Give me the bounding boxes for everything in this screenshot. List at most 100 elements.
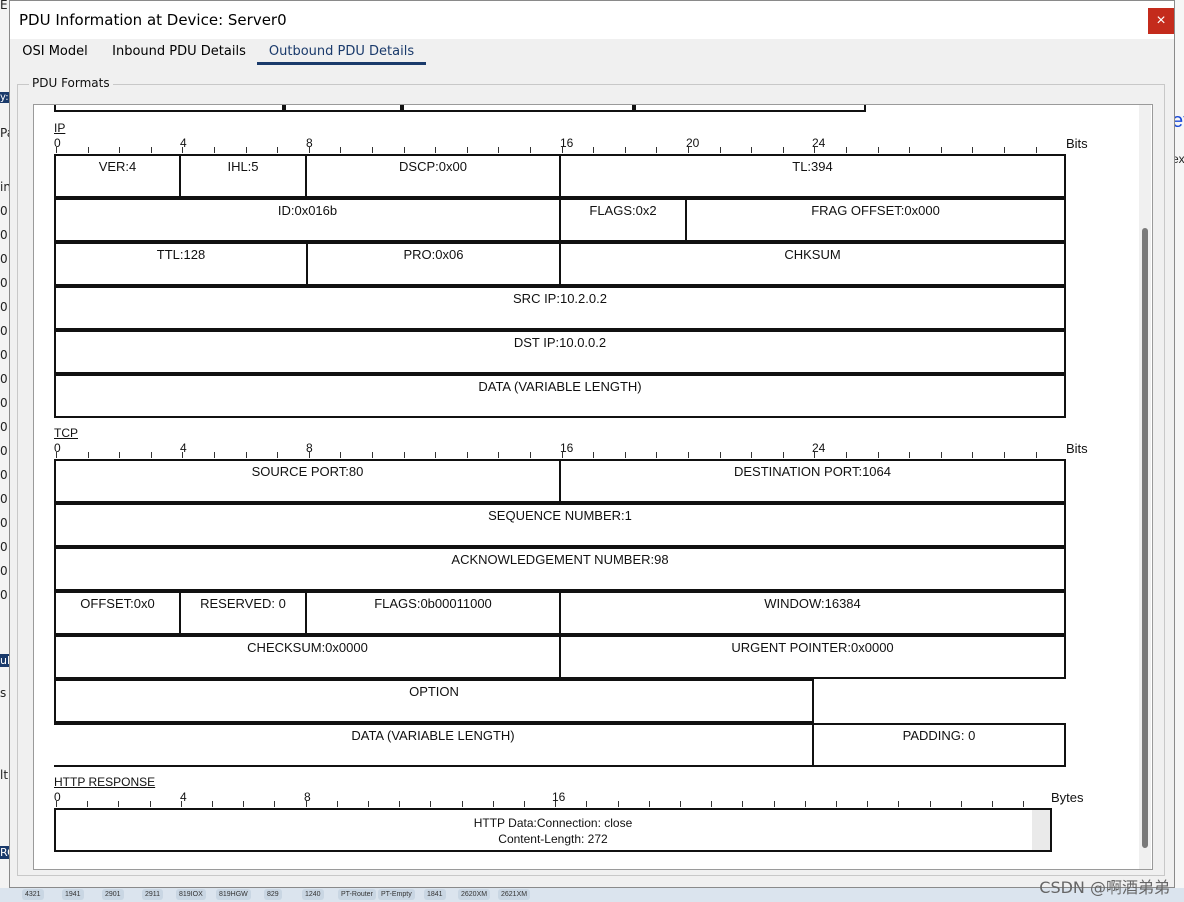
http-data-line: Content-Length: 272 xyxy=(498,832,608,846)
ruler-number: 16 xyxy=(552,790,566,804)
ip-field-id: ID:0x016b xyxy=(54,198,561,242)
ruler-number: 4 xyxy=(180,441,187,455)
device-item[interactable]: 819IOX xyxy=(176,889,206,900)
ruler-tick xyxy=(403,147,405,153)
tcp-field-option: OPTION xyxy=(54,679,814,723)
http-data-box[interactable]: HTTP Data:Connection: close Content-Leng… xyxy=(54,808,1052,852)
ruler-tick xyxy=(277,147,279,153)
bg-text: E xyxy=(0,0,8,12)
ruler-tick xyxy=(87,801,89,807)
tcp-field-flags: FLAGS:0b00011000 xyxy=(305,591,561,635)
bg-text: lt xyxy=(0,768,9,782)
ruler-tick xyxy=(804,801,806,807)
ruler-tick xyxy=(742,801,744,807)
ruler-number: 0 xyxy=(54,441,61,455)
panel-vertical-scrollbar[interactable] xyxy=(1139,105,1151,869)
watermark: CSDN @啊酒弟弟 xyxy=(1039,878,1170,897)
ruler-tick xyxy=(87,147,89,153)
ruler-tick xyxy=(430,801,432,807)
ruler-tick xyxy=(372,452,373,458)
ruler-tick xyxy=(336,801,338,807)
ruler-tick xyxy=(751,147,753,153)
ruler-tick xyxy=(617,801,619,807)
ruler-tick xyxy=(245,452,247,458)
ruler-unit: Bytes xyxy=(1051,790,1084,805)
ruler-tick xyxy=(87,452,89,458)
ruler-tick xyxy=(773,801,775,807)
ruler-tick xyxy=(909,452,911,458)
ruler-number: 8 xyxy=(306,136,313,150)
ruler-tick xyxy=(992,801,993,807)
ruler-tick xyxy=(751,452,753,458)
ip-field-checksum: CHKSUM xyxy=(559,242,1066,286)
background-device-bar: 4321 1941 2901 2911 819IOX 819HGW 829 12… xyxy=(0,888,1184,902)
ruler-tick xyxy=(119,452,121,458)
ruler-tick xyxy=(243,801,245,807)
device-item[interactable]: 2620XM xyxy=(458,889,491,900)
ruler-tick xyxy=(898,801,900,807)
ruler-tick xyxy=(719,452,721,458)
ip-field-dst-ip: DST IP:10.0.0.2 xyxy=(54,330,1066,374)
ip-field-data: DATA (VARIABLE LENGTH) xyxy=(54,374,1066,418)
device-item[interactable]: 2621XM xyxy=(498,889,531,900)
ruler-tick xyxy=(940,452,942,458)
tcp-field-ack-number: ACKNOWLEDGEMENT NUMBER:98 xyxy=(54,547,1066,591)
title-bar[interactable]: PDU Information at Device: Server0 × xyxy=(10,1,1174,39)
tcp-field-padding: PADDING: 0 xyxy=(812,723,1066,767)
ip-field-frag-offset: FRAG OFFSET:0x000 xyxy=(685,198,1066,242)
ruler-tick xyxy=(399,801,401,807)
window-title: PDU Information at Device: Server0 xyxy=(19,11,287,29)
ruler-number: 16 xyxy=(560,441,574,455)
ruler-tick xyxy=(972,147,974,153)
device-item[interactable]: PT-Empty xyxy=(378,889,415,900)
ip-field-tl: TL:394 xyxy=(559,154,1066,198)
device-item[interactable]: 1240 xyxy=(302,889,324,900)
tab-osi-model[interactable]: OSI Model xyxy=(13,39,97,65)
tab-label: Inbound PDU Details xyxy=(112,44,246,59)
ruler-tick xyxy=(340,147,342,153)
ruler-tick xyxy=(1004,147,1005,153)
ruler-tick xyxy=(150,452,152,458)
close-button[interactable]: × xyxy=(1148,8,1174,34)
ruler-tick xyxy=(1004,452,1005,458)
device-item[interactable]: PT-Router xyxy=(338,889,376,900)
ruler-tick xyxy=(929,801,931,807)
ruler-tick xyxy=(524,801,525,807)
ip-field-src-ip: SRC IP:10.2.0.2 xyxy=(54,286,1066,330)
device-item[interactable]: 1841 xyxy=(424,889,446,900)
bg-text: 0 xyxy=(0,252,8,266)
scrollbar-thumb[interactable] xyxy=(1142,228,1148,848)
device-item[interactable]: 1941 xyxy=(62,889,84,900)
ip-field-flags: FLAGS:0x2 xyxy=(559,198,687,242)
device-item[interactable]: 819HGW xyxy=(216,889,251,900)
ruler-tick xyxy=(368,801,369,807)
ruler-tick xyxy=(530,147,531,153)
close-icon: × xyxy=(1156,12,1166,29)
bg-text: 0 xyxy=(0,540,8,554)
ip-field-protocol: PRO:0x06 xyxy=(306,242,561,286)
ruler-tick xyxy=(150,147,152,153)
ruler-tick xyxy=(656,147,658,153)
tcp-field-offset: OFFSET:0x0 xyxy=(54,591,181,635)
clipped-row xyxy=(54,105,284,112)
group-label: PDU Formats xyxy=(29,76,113,90)
http-data-line: HTTP Data:Connection: close xyxy=(473,816,633,830)
http-data-scrollbar[interactable] xyxy=(1032,810,1050,850)
tcp-field-option-empty xyxy=(812,679,1066,723)
ruler-tick xyxy=(340,452,342,458)
tab-outbound-pdu-details[interactable]: Outbound PDU Details xyxy=(257,39,426,65)
device-item[interactable]: 2911 xyxy=(142,889,164,900)
ruler-tick xyxy=(118,801,120,807)
bg-text: 0 xyxy=(0,516,8,530)
bg-text: 0 xyxy=(0,468,8,482)
device-item[interactable]: 829 xyxy=(264,889,282,900)
clipped-row xyxy=(634,105,866,112)
ruler-tick xyxy=(877,452,879,458)
bg-text: 0 xyxy=(0,372,8,386)
device-item[interactable]: 4321 xyxy=(22,889,44,900)
bg-text: 0 xyxy=(0,324,8,338)
tab-inbound-pdu-details[interactable]: Inbound PDU Details xyxy=(105,39,253,65)
device-item[interactable]: 2901 xyxy=(102,889,124,900)
tcp-field-sequence-number: SEQUENCE NUMBER:1 xyxy=(54,503,1066,547)
pdu-formats-panel[interactable]: IP 0 4 8 16 20 24 Bits VER:4 IHL:5 DSCP:0x00 T… xyxy=(33,104,1153,870)
